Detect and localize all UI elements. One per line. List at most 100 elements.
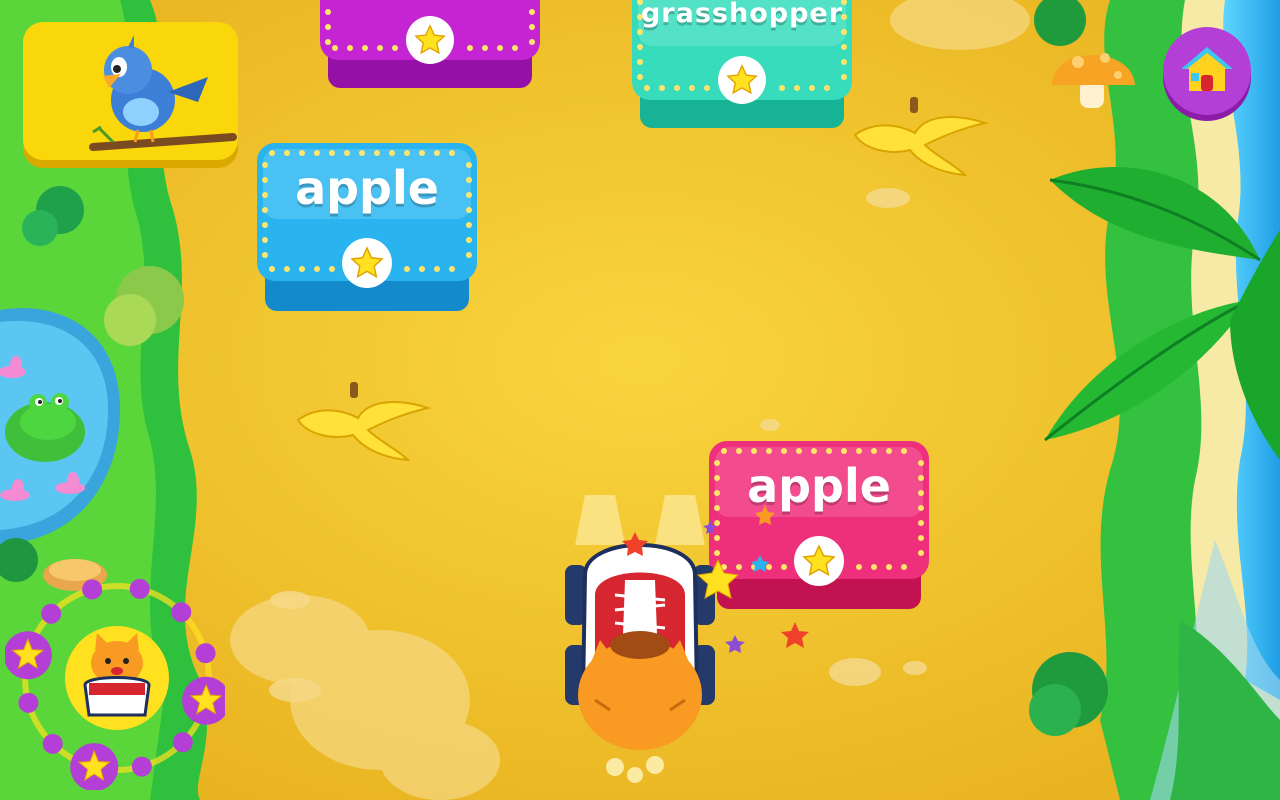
rivet-light: [637, 59, 643, 65]
rivet-light: [794, 85, 800, 91]
rivet-light: [284, 150, 290, 156]
rivet-light: [269, 266, 275, 272]
word-box-purple[interactable]: [320, 0, 540, 90]
rivet-light: [466, 252, 472, 258]
rivet-light: [779, 85, 785, 91]
rivet-light: [262, 237, 268, 243]
rivet-light: [796, 448, 802, 454]
progress-slot-dot: [42, 733, 63, 754]
rivet-light: [347, 45, 353, 51]
progress-star-icon: [70, 743, 119, 792]
rivet-light: [841, 44, 847, 50]
progress-slot-dot: [18, 692, 39, 713]
rivet-light: [637, 44, 643, 50]
rivet-light: [325, 9, 331, 15]
rivet-light: [644, 85, 650, 91]
rivet-light: [359, 150, 365, 156]
rivet-light: [918, 535, 924, 541]
rivet-light: [467, 45, 473, 51]
star-icon: [726, 64, 758, 95]
rivet-light: [419, 150, 425, 156]
progress-star-icon: [3, 631, 52, 680]
rivet-light: [262, 222, 268, 228]
rivet-light: [404, 266, 410, 272]
rivet-light: [314, 150, 320, 156]
rivet-light: [269, 150, 275, 156]
rivet-light: [377, 45, 383, 51]
rivet-light: [434, 150, 440, 156]
rivet-light: [329, 150, 335, 156]
word-box-blue[interactable]: apple: [257, 143, 477, 313]
rivet-light: [389, 150, 395, 156]
rivet-light: [841, 59, 847, 65]
rivet-light: [466, 237, 472, 243]
progress-slot-dot: [172, 732, 193, 753]
rivet-light: [856, 564, 862, 570]
rivet-light: [781, 448, 787, 454]
rivet-light: [918, 520, 924, 526]
rivet-light: [736, 448, 742, 454]
rivet-light: [419, 266, 425, 272]
rivet-light: [344, 150, 350, 156]
rivet-light: [871, 564, 877, 570]
rivet-light: [392, 45, 398, 51]
rivet-light: [529, 24, 535, 30]
rivet-light: [325, 24, 331, 30]
progress-slot-dot: [171, 602, 192, 623]
rivet-light: [497, 45, 503, 51]
progress-slot-dot: [129, 578, 150, 599]
rivet-light: [721, 448, 727, 454]
word-label: apple: [295, 161, 439, 215]
word-label: grasshopper: [640, 0, 844, 29]
rivet-light: [824, 85, 830, 91]
rivet-light: [466, 222, 472, 228]
progress-slot-dot: [41, 603, 62, 624]
rivet-light: [809, 85, 815, 91]
rivet-light: [659, 85, 665, 91]
rivet-light: [434, 266, 440, 272]
home-button[interactable]: [1161, 27, 1253, 122]
bird-card-button[interactable]: [23, 22, 238, 168]
rivet-light: [299, 150, 305, 156]
progress-slot-dot: [131, 756, 152, 777]
rivet-light: [856, 448, 862, 454]
house-icon: [1181, 47, 1233, 91]
sparkle-stars: [622, 505, 809, 653]
rivet-light: [811, 448, 817, 454]
rivet-light: [362, 45, 368, 51]
rivet-light: [689, 85, 695, 91]
rivet-light: [284, 266, 290, 272]
rivet-light: [901, 564, 907, 570]
word-box-teal[interactable]: grasshopper: [632, 0, 852, 130]
rivet-light: [332, 45, 338, 51]
rivet-light: [841, 29, 847, 35]
progress-slot-dot: [195, 643, 216, 664]
rivet-light: [886, 448, 892, 454]
rivet-light: [449, 266, 455, 272]
rivet-light: [482, 45, 488, 51]
progress-star-icon: [182, 676, 231, 725]
rivet-light: [404, 150, 410, 156]
rivet-light: [449, 150, 455, 156]
rivet-light: [637, 29, 643, 35]
rivet-light: [886, 564, 892, 570]
rivet-light: [841, 448, 847, 454]
rivet-light: [871, 448, 877, 454]
rivet-light: [901, 448, 907, 454]
rivet-light: [512, 45, 518, 51]
rivet-light: [262, 252, 268, 258]
star-icon: [350, 246, 384, 279]
rivet-light: [314, 266, 320, 272]
progress-slot-dot: [82, 579, 103, 600]
rivet-light: [529, 39, 535, 45]
rivet-light: [325, 39, 331, 45]
rivet-light: [329, 266, 335, 272]
progress-ring: [3, 575, 231, 792]
rivet-light: [766, 448, 772, 454]
rivet-light: [529, 9, 535, 15]
rivet-light: [674, 85, 680, 91]
rivet-light: [841, 74, 847, 80]
rivet-light: [299, 266, 305, 272]
rivet-light: [374, 150, 380, 156]
rivet-light: [637, 74, 643, 80]
